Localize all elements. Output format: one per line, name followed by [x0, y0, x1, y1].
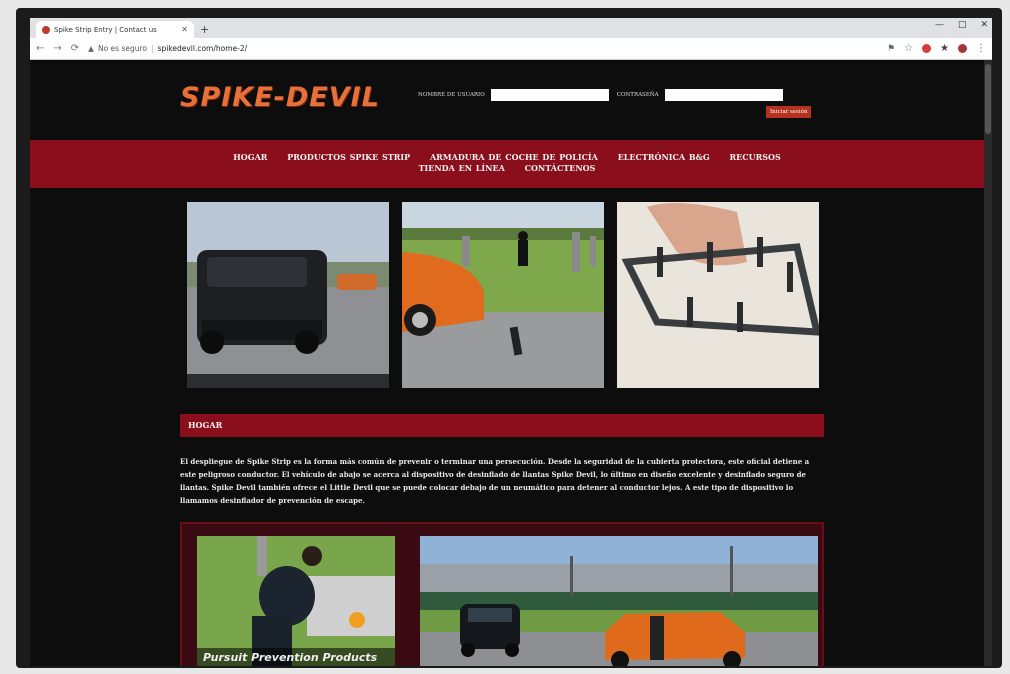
- close-window-icon[interactable]: ✕: [980, 20, 988, 30]
- tab-strip: Spike Strip Entry | Contact us ✕ + — □ ✕: [30, 18, 992, 38]
- password-label: CONTRASEÑA: [616, 92, 659, 98]
- warning-icon: ▲: [88, 44, 94, 53]
- translate-icon[interactable]: ⚑: [887, 44, 895, 54]
- extension-red-icon[interactable]: [922, 44, 932, 53]
- scrollbar-thumb[interactable]: [985, 64, 991, 134]
- photo-caption: Pursuit Prevention Products: [203, 651, 378, 664]
- section-title: HOGAR: [188, 420, 223, 430]
- nav-item-hogar[interactable]: HOGAR: [233, 152, 267, 162]
- monitor-bezel: Spike Strip Entry | Contact us ✕ + — □ ✕…: [16, 8, 1002, 668]
- tab-title: Spike Strip Entry | Contact us: [54, 25, 157, 34]
- menu-icon[interactable]: ⋮: [976, 43, 986, 54]
- photo-suv-pursuit: [187, 202, 389, 388]
- photo-officer-deploying: Pursuit Prevention Products: [197, 536, 395, 666]
- username-input[interactable]: [490, 89, 609, 101]
- new-tab-icon[interactable]: +: [200, 23, 209, 36]
- window-controls: — □ ✕: [935, 20, 988, 30]
- password-input[interactable]: [664, 89, 783, 101]
- browser-tab[interactable]: Spike Strip Entry | Contact us ✕: [36, 21, 194, 38]
- nav-item-contacto[interactable]: CONTÁCTENOS: [525, 163, 596, 173]
- web-page: SPIKE-DEVIL NOMBRE DE USUARIO CONTRASEÑA…: [30, 60, 992, 666]
- maximize-icon[interactable]: □: [958, 20, 967, 30]
- back-icon[interactable]: ←: [36, 43, 44, 54]
- main-nav: HOGAR PRODUCTOS SPIKE STRIP ARMADURA DE …: [30, 140, 984, 188]
- intro-paragraph: El despliegue de Spike Strip es la forma…: [180, 457, 810, 505]
- page-scrollbar[interactable]: [984, 60, 992, 666]
- photo-cars-lot: [420, 536, 818, 666]
- nav-item-recursos[interactable]: RECURSOS: [729, 152, 780, 162]
- site-favicon-icon: [42, 25, 50, 34]
- extension-area: ⚑ ☆ ★ ⋮: [887, 43, 986, 54]
- browser-window: Spike Strip Entry | Contact us ✕ + — □ ✕…: [30, 18, 992, 666]
- login-button[interactable]: Iniciar sesión: [766, 106, 812, 118]
- nav-item-armadura[interactable]: ARMADURA DE COCHE DE POLICÍA: [430, 152, 598, 162]
- address-bar-row: ← → ⟳ ▲ No es seguro | spikedevil.com/ho…: [30, 38, 992, 60]
- section-header-bar: HOGAR: [180, 414, 824, 437]
- nav-links: HOGAR PRODUCTOS SPIKE STRIP ARMADURA DE …: [160, 152, 854, 174]
- reload-icon[interactable]: ⟳: [71, 43, 79, 54]
- minimize-icon[interactable]: —: [935, 20, 944, 30]
- bookmark-star-icon[interactable]: ☆: [904, 43, 913, 54]
- featured-photos-box: Pursuit Prevention Products: [180, 522, 824, 666]
- profile-avatar[interactable]: [958, 44, 967, 53]
- insecure-label: No es seguro: [97, 44, 147, 53]
- extension-star-icon[interactable]: ★: [940, 43, 949, 54]
- login-form: NOMBRE DE USUARIO CONTRASEÑA: [418, 89, 783, 101]
- url-separator: |: [151, 44, 154, 53]
- photo-spike-device: [617, 202, 819, 388]
- nav-item-electronica[interactable]: ELECTRÓNICA B&G: [618, 152, 710, 162]
- nav-item-tienda[interactable]: TIENDA EN LÍNEA: [419, 163, 505, 173]
- site-logo[interactable]: SPIKE-DEVIL: [180, 82, 380, 113]
- photo-orange-car-officer: [402, 202, 604, 388]
- username-label: NOMBRE DE USUARIO: [418, 92, 485, 98]
- url-text: spikedevil.com/home-2/: [157, 44, 248, 53]
- close-tab-icon[interactable]: ✕: [181, 25, 188, 34]
- url-field[interactable]: ▲ No es seguro | spikedevil.com/home-2/: [88, 41, 887, 57]
- forward-icon[interactable]: →: [53, 43, 61, 54]
- nav-item-productos[interactable]: PRODUCTOS SPIKE STRIP: [287, 152, 410, 162]
